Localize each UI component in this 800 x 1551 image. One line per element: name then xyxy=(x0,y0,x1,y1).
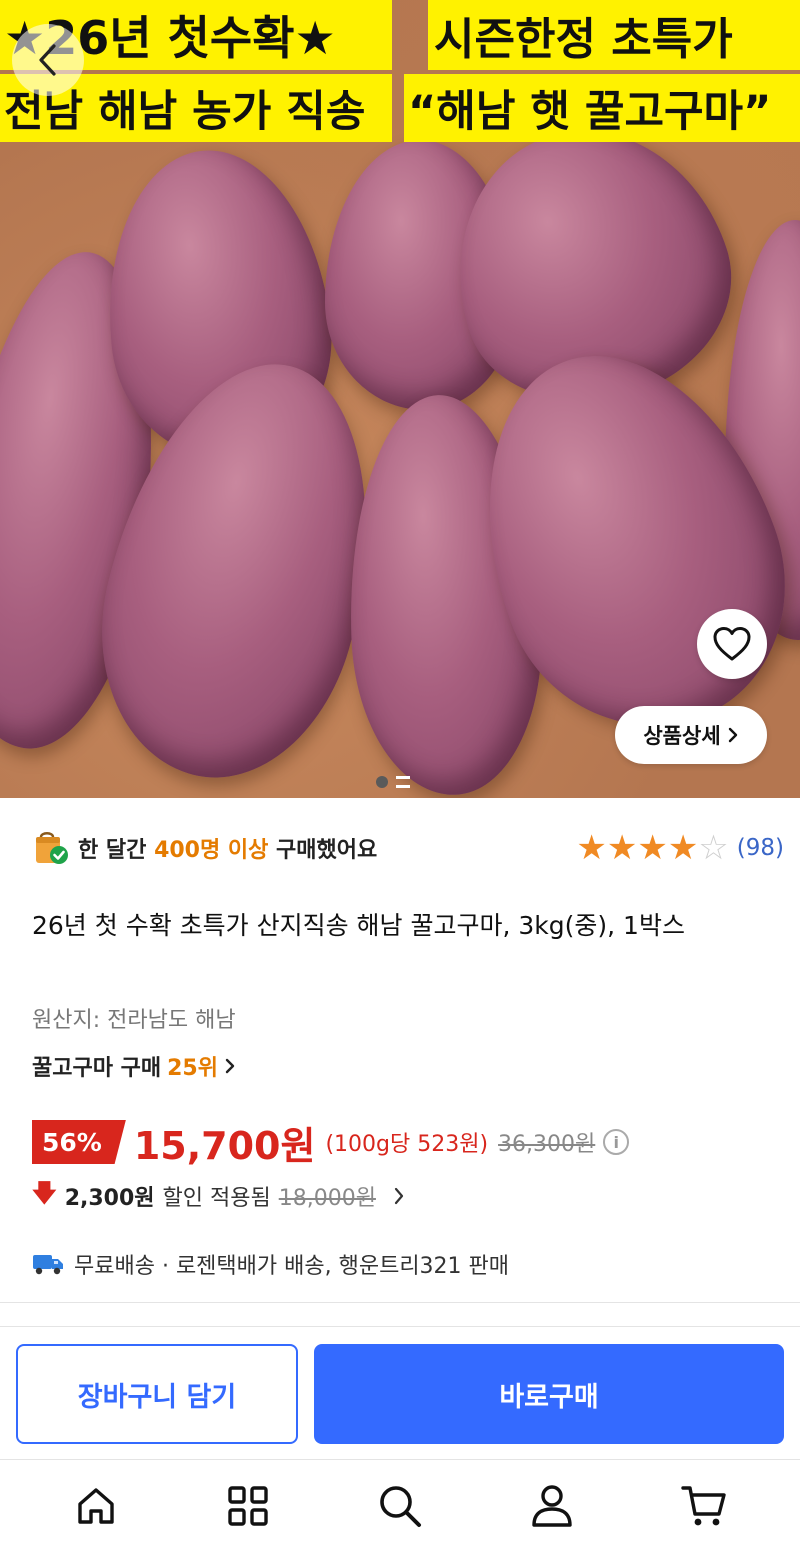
tab-my-page[interactable] xyxy=(522,1476,582,1536)
pager-dot xyxy=(376,776,388,788)
category-icon xyxy=(228,1485,268,1526)
tab-category[interactable] xyxy=(218,1476,278,1536)
product-origin: 원산지: 전라남도 해남 xyxy=(32,1008,236,1033)
purchase-stats-row: 한 달간 400명 이상 구매했어요 ★ ★ ★ ★ ☆ (98) xyxy=(32,826,784,870)
product-detail-label: 상품상세 xyxy=(643,724,721,748)
tab-search[interactable] xyxy=(370,1476,430,1536)
bottom-tab-bar xyxy=(0,1460,800,1551)
home-icon xyxy=(78,1487,114,1524)
shipping-info-row: 무료배송 · 로젠택배가 배송, 행운트리321 판매 xyxy=(32,1244,509,1284)
sale-price: 15,700원 xyxy=(133,1123,316,1168)
rating[interactable]: ★ ★ ★ ★ ☆ (98) xyxy=(576,831,784,865)
category-ranking-link[interactable]: 꿀고구마 구매 25위 xyxy=(32,1050,236,1082)
shopping-bag-check-icon xyxy=(32,829,70,867)
star-filled-icon: ★ xyxy=(576,828,607,868)
buy-now-button[interactable]: 바로구매 xyxy=(314,1344,784,1444)
unit-price: (100g당 523원) xyxy=(325,1132,489,1157)
purchase-stats-suffix: 구매했어요 xyxy=(276,838,378,863)
tab-home[interactable] xyxy=(66,1476,126,1536)
star-filled-icon: ★ xyxy=(667,828,699,868)
original-price: 36,300원 xyxy=(498,1132,596,1157)
discount-rate-badge: 56% xyxy=(32,1120,126,1164)
star-filled-icon: ★ xyxy=(606,828,638,868)
wishlist-button[interactable] xyxy=(697,609,767,679)
chevron-right-icon xyxy=(225,1058,235,1074)
review-count[interactable]: (98) xyxy=(737,835,784,861)
cart-icon xyxy=(681,1485,726,1525)
pager-bars-icon xyxy=(396,776,410,788)
promo-banner-product: “해남 햇 꿀고구마” xyxy=(404,74,800,142)
purchase-stats-count: 400명 이상 xyxy=(154,838,269,863)
divider xyxy=(0,1326,800,1327)
purchase-stats-prefix: 한 달간 xyxy=(78,838,147,863)
search-icon xyxy=(380,1485,421,1527)
divider xyxy=(0,1302,800,1303)
image-pager xyxy=(376,776,410,788)
coupon-amount: 2,300원 xyxy=(64,1186,155,1211)
chevron-right-icon xyxy=(394,1187,404,1205)
product-title: 26년 첫 수확 초특가 산지직송 해남 꿀고구마, 3kg(중), 1박스 xyxy=(32,911,685,940)
star-filled-icon: ★ xyxy=(637,828,668,868)
coupon-discount-row[interactable]: 🡇 2,300원 할인 적용됨 18,000원 xyxy=(32,1178,406,1214)
price-row: 56% 15,700원 (100g당 523원) 36,300원 i xyxy=(32,1118,630,1168)
down-arrow-icon: 🡇 xyxy=(32,1178,57,1207)
delivery-truck-icon xyxy=(33,1255,63,1275)
product-image[interactable]: ★26년 첫수확★ 시즌한정 초특가 전남 해남 농가 직송 “해남 햇 꿀고구… xyxy=(0,0,800,798)
product-detail-button[interactable]: 상품상세 xyxy=(615,706,767,764)
user-icon xyxy=(532,1484,572,1527)
ranking-label: 꿀고구마 구매 xyxy=(32,1056,162,1081)
coupon-label: 할인 적용됨 xyxy=(162,1186,271,1211)
heart-icon xyxy=(713,627,751,661)
info-icon[interactable]: i xyxy=(603,1129,630,1155)
coupon-previous-price: 18,000원 xyxy=(278,1186,376,1211)
add-to-cart-button[interactable]: 장바구니 담기 xyxy=(16,1344,298,1444)
chevron-left-icon xyxy=(39,44,56,76)
back-button[interactable] xyxy=(12,24,84,96)
star-empty-icon: ☆ xyxy=(698,828,729,868)
promo-banner-season: 시즌한정 초특가 xyxy=(428,0,800,70)
ranking-value: 25위 xyxy=(167,1056,218,1081)
chevron-right-icon xyxy=(728,727,737,743)
tab-cart[interactable] xyxy=(674,1476,734,1536)
shipping-text: 무료배송 · 로젠택배가 배송, 행운트리321 판매 xyxy=(74,1254,510,1279)
